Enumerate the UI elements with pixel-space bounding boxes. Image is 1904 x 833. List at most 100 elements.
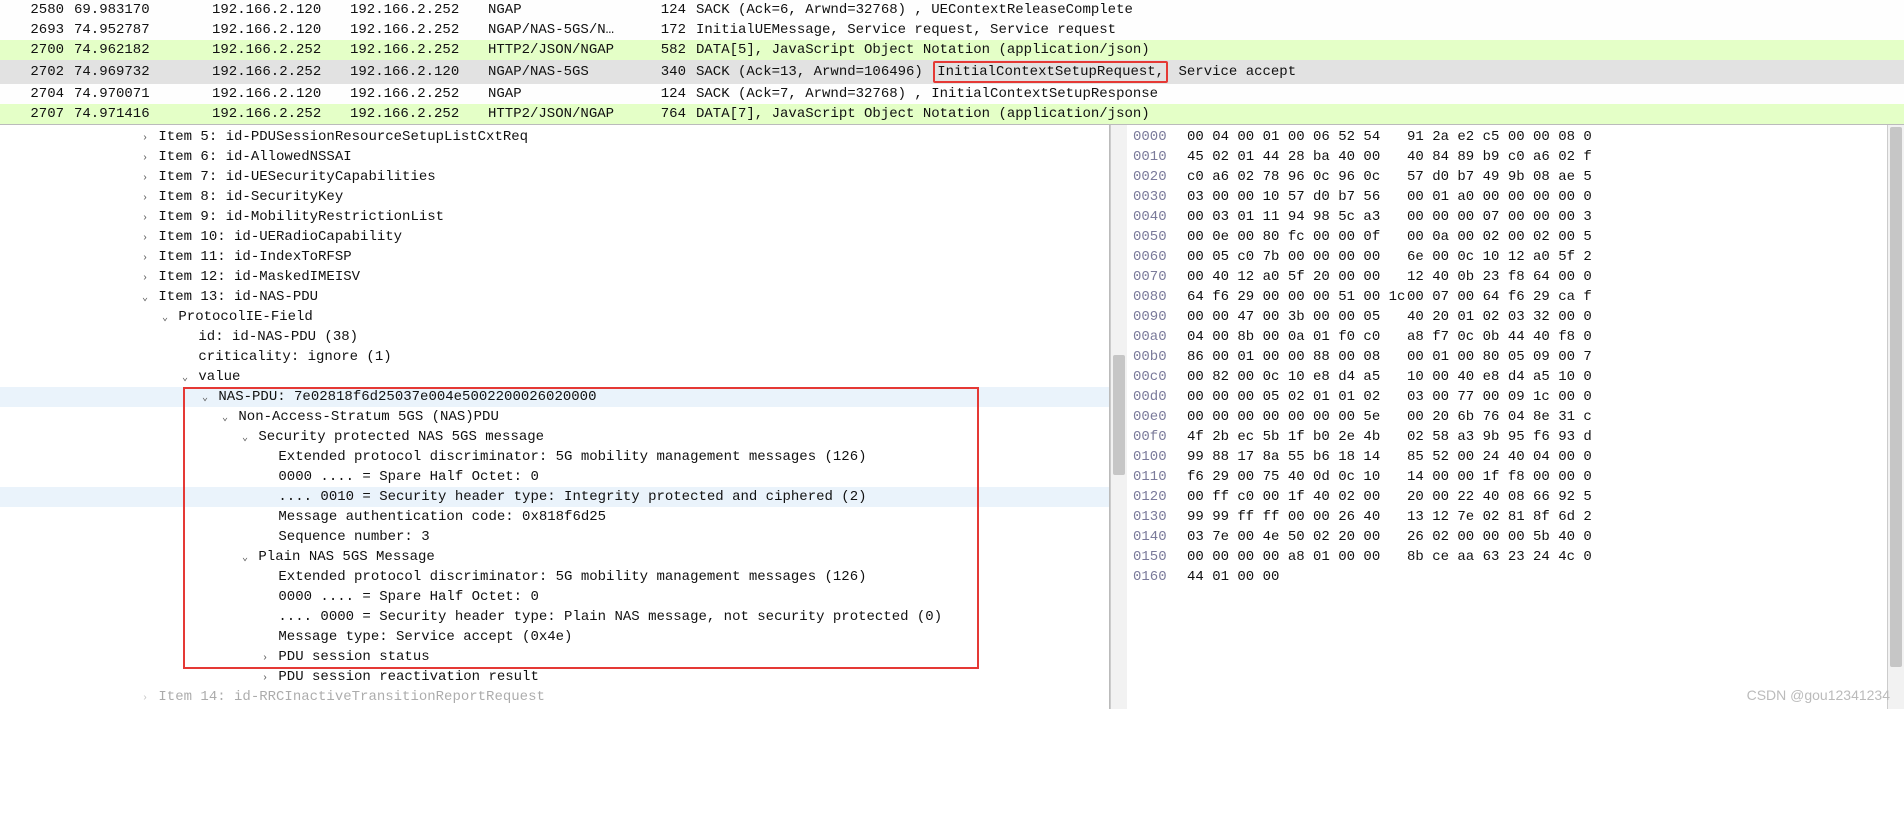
tree-node[interactable]: id: id-NAS-PDU (38): [0, 327, 1109, 347]
hex-scrollbar[interactable]: [1887, 125, 1904, 709]
hex-row[interactable]: 009000 00 47 00 3b 00 00 0540 20 01 02 0…: [1133, 307, 1881, 327]
chevron-down-icon[interactable]: ⌄: [240, 549, 250, 569]
packet-row[interactable]: 270774.971416192.166.2.252192.166.2.252H…: [0, 104, 1904, 124]
hex-bytes: 12 40 0b 23 f8 64 00 0: [1407, 267, 1617, 287]
hex-row[interactable]: 0020c0 a6 02 78 96 0c 96 0c57 d0 b7 49 9…: [1133, 167, 1881, 187]
tree-node[interactable]: Message authentication code: 0x818f6d25: [0, 507, 1109, 527]
tree-label: Non-Access-Stratum 5GS (NAS)PDU: [238, 409, 498, 425]
hex-bytes: 20 00 22 40 08 66 92 5: [1407, 487, 1617, 507]
chevron-right-icon[interactable]: ›: [140, 209, 150, 229]
tree-label: Item 13: id-NAS-PDU: [158, 289, 318, 305]
hex-row[interactable]: 00a004 00 8b 00 0a 01 f0 c0a8 f7 0c 0b 4…: [1133, 327, 1881, 347]
tree-node[interactable]: › Item 7: id-UESecurityCapabilities: [0, 167, 1109, 187]
hex-row[interactable]: 001045 02 01 44 28 ba 40 0040 84 89 b9 c…: [1133, 147, 1881, 167]
chevron-down-icon[interactable]: ⌄: [220, 409, 230, 429]
tree-node[interactable]: › Item 11: id-IndexToRFSP: [0, 247, 1109, 267]
hex-offset: 0050: [1133, 227, 1187, 247]
tree-node[interactable]: › Item 5: id-PDUSessionResourceSetupList…: [0, 127, 1109, 147]
hex-offset: 0060: [1133, 247, 1187, 267]
tree-node[interactable]: criticality: ignore (1): [0, 347, 1109, 367]
cell: NGAP: [484, 0, 642, 20]
chevron-right-icon[interactable]: ›: [260, 649, 270, 669]
cell: HTTP2/JSON/NGAP: [484, 40, 642, 60]
packet-row[interactable]: 270074.962182192.166.2.252192.166.2.252H…: [0, 40, 1904, 60]
chevron-right-icon[interactable]: ›: [140, 129, 150, 149]
chevron-right-icon[interactable]: ›: [140, 249, 150, 269]
tree-node[interactable]: › Item 8: id-SecurityKey: [0, 187, 1109, 207]
tree-node[interactable]: Sequence number: 3: [0, 527, 1109, 547]
chevron-down-icon[interactable]: ⌄: [180, 369, 190, 389]
tree-scrollbar[interactable]: [1110, 125, 1127, 709]
hex-bytes: f6 29 00 75 40 0d 0c 10: [1187, 467, 1407, 487]
chevron-right-icon[interactable]: ›: [140, 169, 150, 189]
tree-node[interactable]: ⌄ ProtocolIE-Field: [0, 307, 1109, 327]
hex-row[interactable]: 013099 99 ff ff 00 00 26 4013 12 7e 02 8…: [1133, 507, 1881, 527]
tree-node[interactable]: › Item 9: id-MobilityRestrictionList: [0, 207, 1109, 227]
tree-node[interactable]: › PDU session reactivation result: [0, 667, 1109, 687]
tree-node[interactable]: › Item 14: id-RRCInactiveTransitionRepor…: [0, 687, 1109, 707]
hex-row[interactable]: 00e000 00 00 00 00 00 00 5e00 20 6b 76 0…: [1133, 407, 1881, 427]
packet-row[interactable]: 269374.952787192.166.2.120192.166.2.252N…: [0, 20, 1904, 40]
chevron-right-icon[interactable]: ›: [260, 669, 270, 689]
hex-row[interactable]: 000000 04 00 01 00 06 52 5491 2a e2 c5 0…: [1133, 127, 1881, 147]
packet-list[interactable]: 258069.983170192.166.2.120192.166.2.252N…: [0, 0, 1904, 124]
packet-row[interactable]: 258069.983170192.166.2.120192.166.2.252N…: [0, 0, 1904, 20]
hex-row[interactable]: 005000 0e 00 80 fc 00 00 0f00 0a 00 02 0…: [1133, 227, 1881, 247]
hex-row[interactable]: 00b086 00 01 00 00 88 00 0800 01 00 80 0…: [1133, 347, 1881, 367]
tree-node[interactable]: › Item 6: id-AllowedNSSAI: [0, 147, 1109, 167]
tree-node[interactable]: › Item 12: id-MaskedIMEISV: [0, 267, 1109, 287]
hex-row[interactable]: 00d000 00 00 05 02 01 01 0203 00 77 00 0…: [1133, 387, 1881, 407]
tree-node[interactable]: Message type: Service accept (0x4e): [0, 627, 1109, 647]
hex-row[interactable]: 008064 f6 29 00 00 00 51 00 1c00 07 00 6…: [1133, 287, 1881, 307]
tree-label: Message authentication code: 0x818f6d25: [278, 509, 606, 525]
tree-node[interactable]: ⌄ Non-Access-Stratum 5GS (NAS)PDU: [0, 407, 1109, 427]
tree-node[interactable]: 0000 .... = Spare Half Octet: 0: [0, 587, 1109, 607]
cell: 74.970071: [70, 84, 208, 104]
hex-row[interactable]: 004000 03 01 11 94 98 5c a300 00 00 07 0…: [1133, 207, 1881, 227]
hex-row[interactable]: 00c000 82 00 0c 10 e8 d4 a510 00 40 e8 d…: [1133, 367, 1881, 387]
tree-node[interactable]: › Item 10: id-UERadioCapability: [0, 227, 1109, 247]
tree-node[interactable]: ⌄ value: [0, 367, 1109, 387]
chevron-down-icon[interactable]: ⌄: [160, 309, 170, 329]
packet-tree[interactable]: › Item 5: id-PDUSessionResourceSetupList…: [0, 125, 1110, 709]
tree-node[interactable]: ⌄ Security protected NAS 5GS message: [0, 427, 1109, 447]
chevron-right-icon[interactable]: ›: [140, 689, 150, 709]
tree-node[interactable]: ⌄ NAS-PDU: 7e02818f6d25037e004e500220002…: [0, 387, 1109, 407]
packet-row[interactable]: 270274.969732192.166.2.252192.166.2.120N…: [0, 60, 1904, 84]
cell: 2693: [0, 20, 70, 40]
chevron-down-icon[interactable]: ⌄: [200, 389, 210, 409]
cell: 192.166.2.120: [208, 84, 346, 104]
hex-row[interactable]: 00f04f 2b ec 5b 1f b0 2e 4b02 58 a3 9b 9…: [1133, 427, 1881, 447]
tree-node[interactable]: ⌄ Item 13: id-NAS-PDU: [0, 287, 1109, 307]
chevron-right-icon[interactable]: ›: [140, 229, 150, 249]
chevron-down-icon[interactable]: ⌄: [140, 289, 150, 309]
tree-node[interactable]: .... 0010 = Security header type: Integr…: [0, 487, 1109, 507]
hex-row[interactable]: 010099 88 17 8a 55 b6 18 1485 52 00 24 4…: [1133, 447, 1881, 467]
tree-node[interactable]: Extended protocol discriminator: 5G mobi…: [0, 567, 1109, 587]
hex-row[interactable]: 012000 ff c0 00 1f 40 02 0020 00 22 40 0…: [1133, 487, 1881, 507]
chevron-right-icon[interactable]: ›: [140, 189, 150, 209]
hex-row[interactable]: 007000 40 12 a0 5f 20 00 0012 40 0b 23 f…: [1133, 267, 1881, 287]
tree-node[interactable]: 0000 .... = Spare Half Octet: 0: [0, 467, 1109, 487]
tree-node[interactable]: › PDU session status: [0, 647, 1109, 667]
hex-row[interactable]: 003003 00 00 10 57 d0 b7 5600 01 a0 00 0…: [1133, 187, 1881, 207]
hex-row[interactable]: 015000 00 00 00 a8 01 00 008b ce aa 63 2…: [1133, 547, 1881, 567]
hex-row[interactable]: 006000 05 c0 7b 00 00 00 006e 00 0c 10 1…: [1133, 247, 1881, 267]
packet-row[interactable]: 270474.970071192.166.2.120192.166.2.252N…: [0, 84, 1904, 104]
hex-offset: 0030: [1133, 187, 1187, 207]
tree-node[interactable]: ⌄ Plain NAS 5GS Message: [0, 547, 1109, 567]
hex-view[interactable]: 000000 04 00 01 00 06 52 5491 2a e2 c5 0…: [1127, 125, 1887, 709]
hex-row[interactable]: 0110f6 29 00 75 40 0d 0c 1014 00 00 1f f…: [1133, 467, 1881, 487]
tree-node[interactable]: Extended protocol discriminator: 5G mobi…: [0, 447, 1109, 467]
tree-node[interactable]: .... 0000 = Security header type: Plain …: [0, 607, 1109, 627]
chevron-down-icon[interactable]: ⌄: [240, 429, 250, 449]
hex-bytes: 00 01 00 80 05 09 00 7: [1407, 347, 1617, 367]
tree-label: Plain NAS 5GS Message: [258, 549, 434, 565]
hex-row[interactable]: 016044 01 00 00: [1133, 567, 1881, 587]
hex-row[interactable]: 014003 7e 00 4e 50 02 20 0026 02 00 00 0…: [1133, 527, 1881, 547]
hex-offset: 0040: [1133, 207, 1187, 227]
cell: 192.166.2.252: [346, 0, 484, 20]
chevron-right-icon[interactable]: ›: [140, 149, 150, 169]
tree-spacer: [260, 589, 270, 609]
chevron-right-icon[interactable]: ›: [140, 269, 150, 289]
